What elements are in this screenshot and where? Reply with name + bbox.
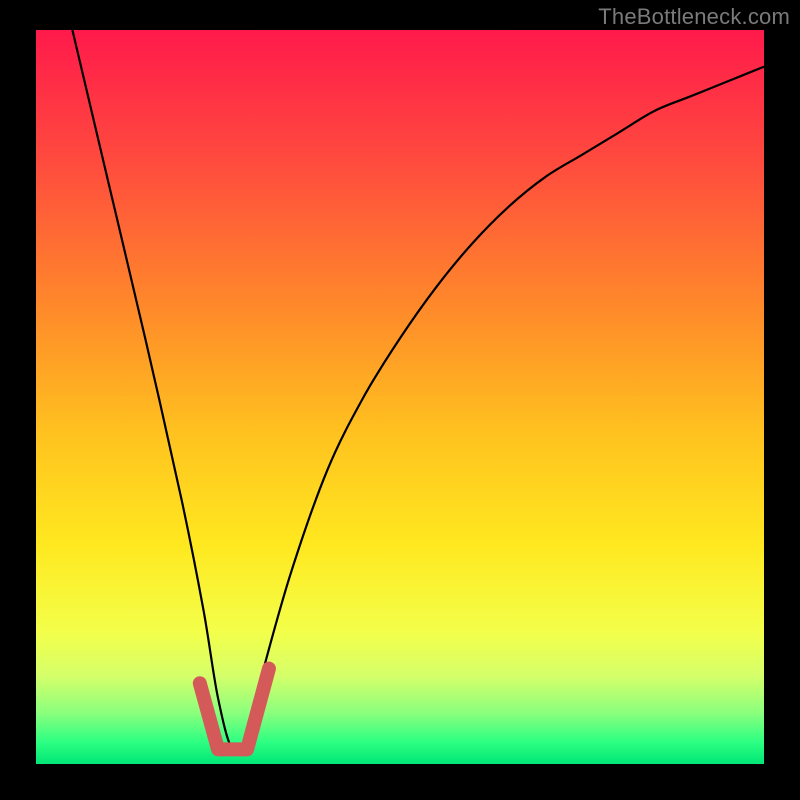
plot-background bbox=[36, 30, 764, 764]
chart-frame: TheBottleneck.com bbox=[0, 0, 800, 800]
bottleneck-chart bbox=[0, 0, 800, 800]
